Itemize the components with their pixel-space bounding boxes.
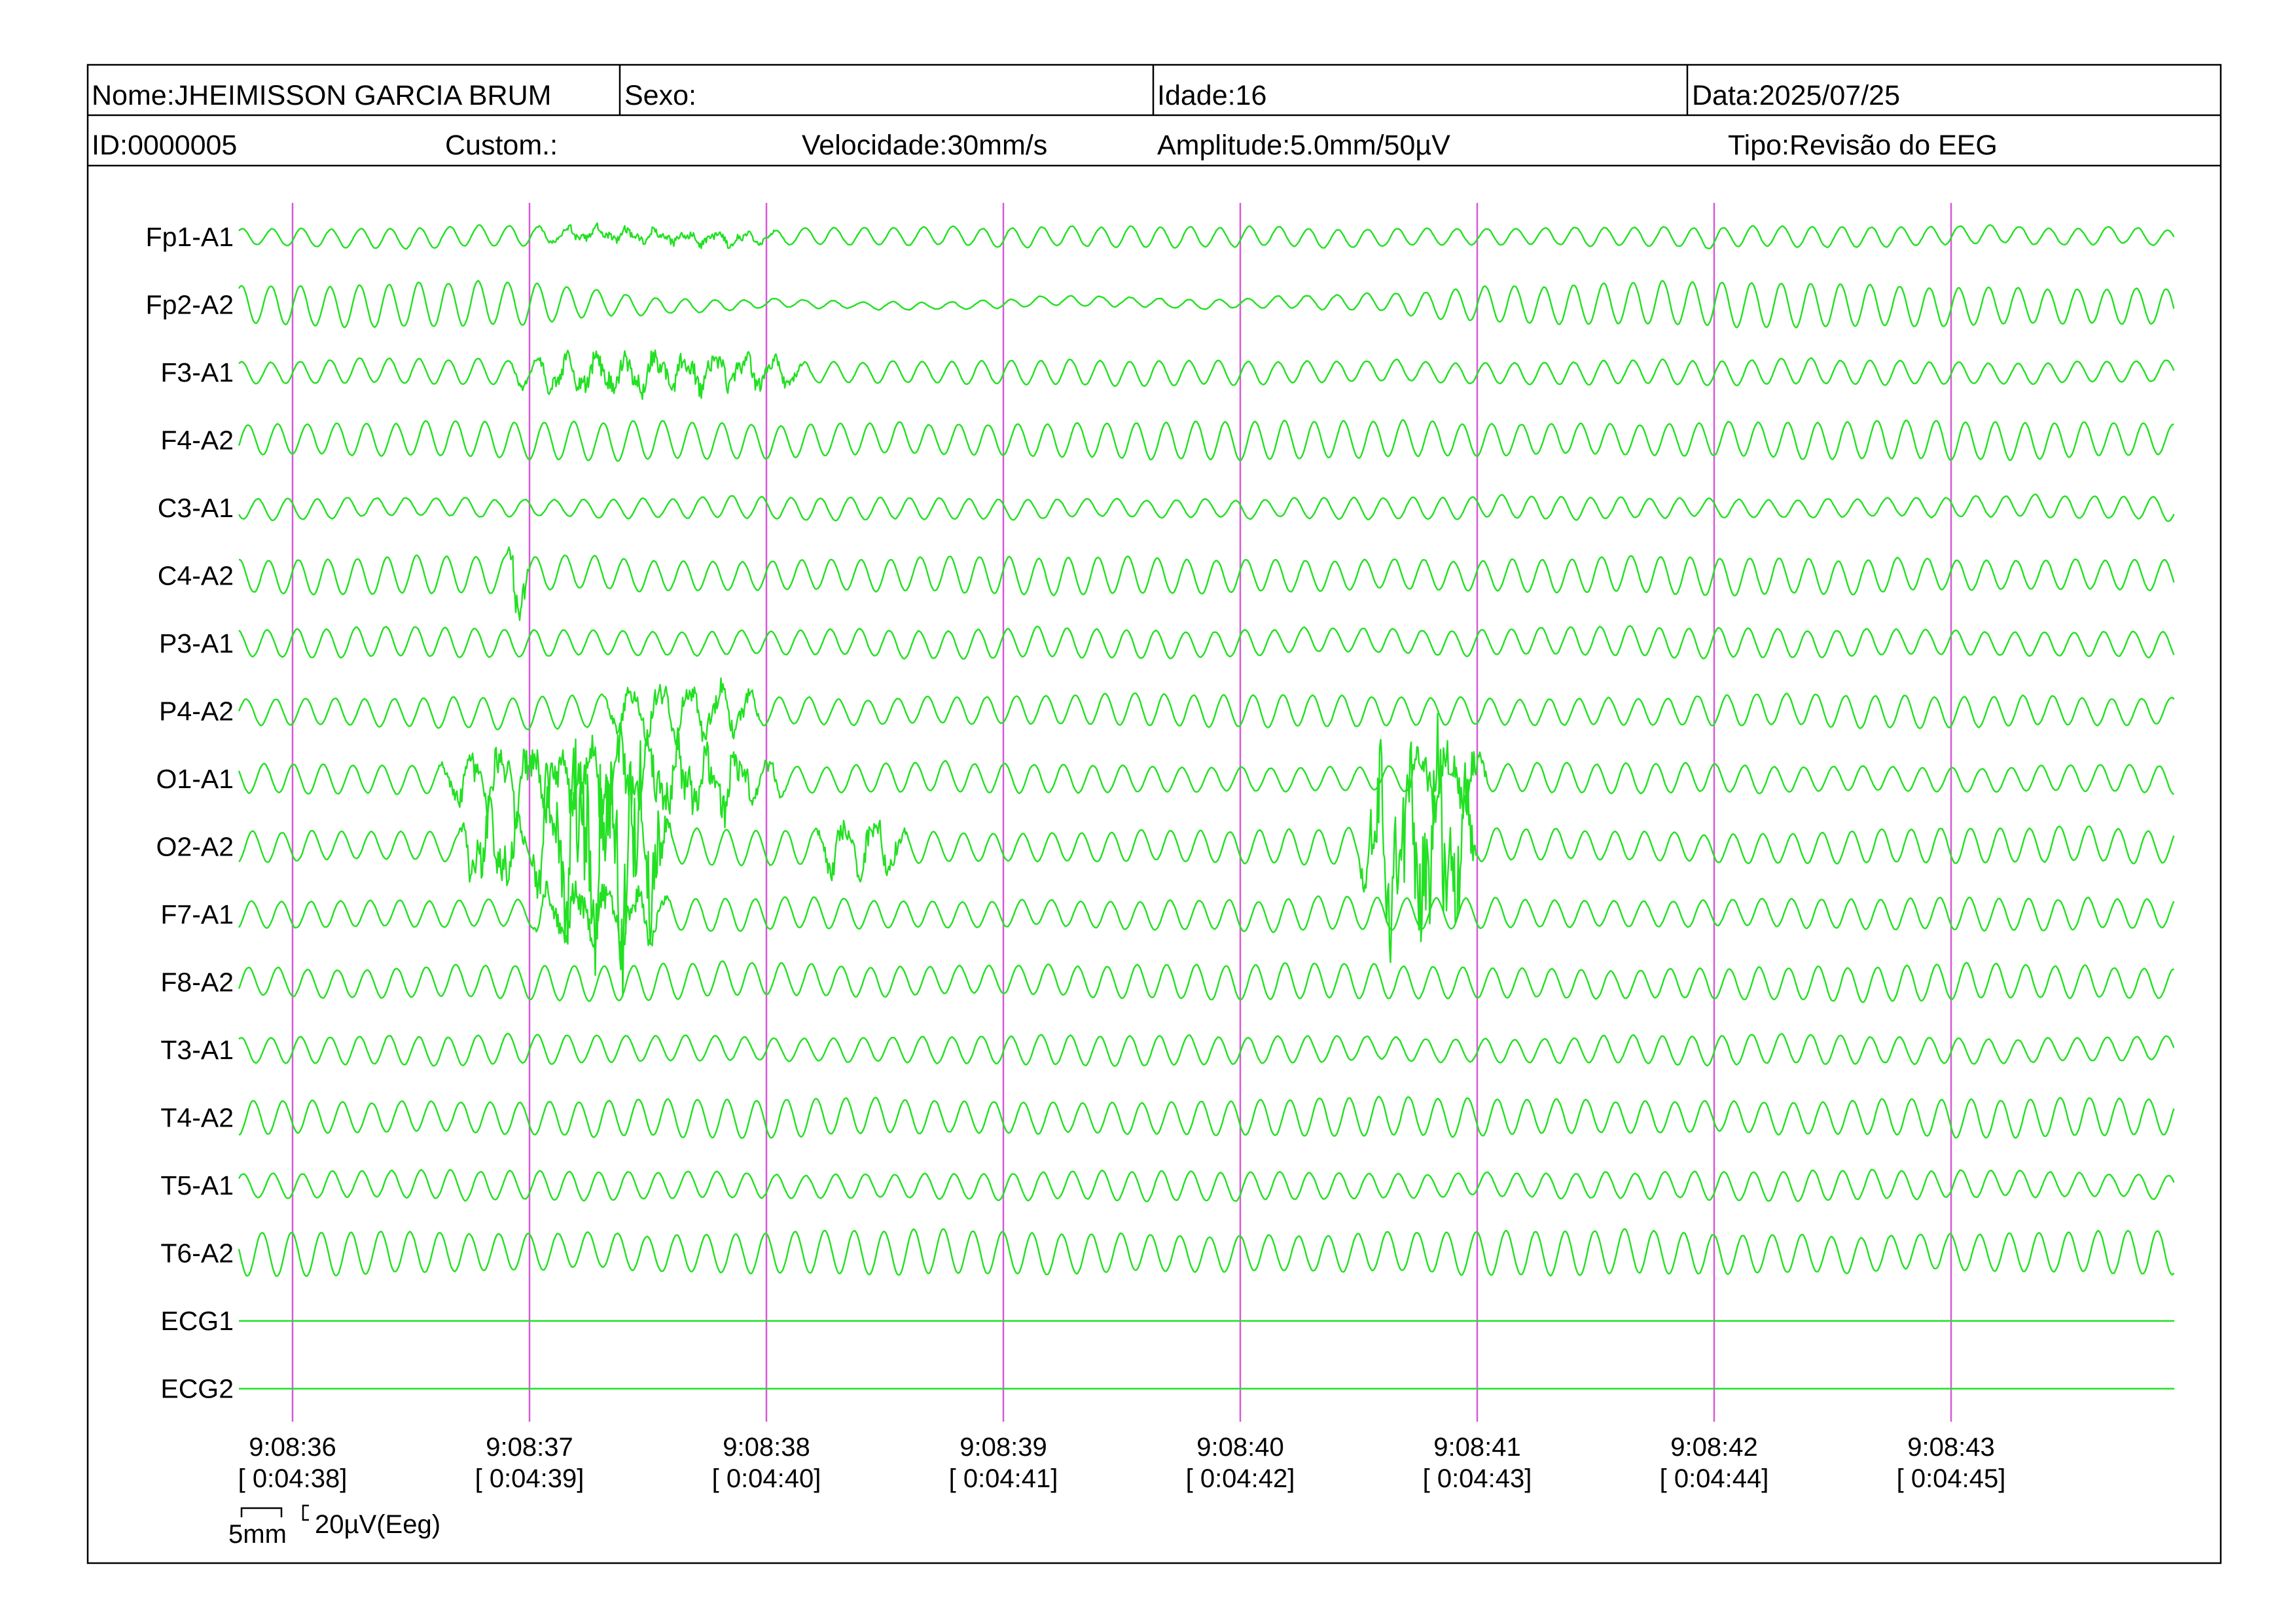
channel-label-t4-a2: T4-A2: [160, 1103, 234, 1133]
channel-label-layer: Fp1-A1 Fp2-A2 F3-A1 F4-A2 C3-A1 C4-A2 P3-A1 P4-…: [146, 222, 234, 1404]
elapsed-time-label: [ 0:04:40]: [712, 1464, 821, 1493]
eeg-recording-sheet: Nome:JHEIMISSON GARCIA BRUM Sexo: Idade:…: [86, 63, 2222, 1564]
elapsed-time-label: [ 0:04:44]: [1660, 1464, 1769, 1493]
time-marker-layer: [291, 203, 1952, 1422]
clock-time-label: 9:08:37: [486, 1433, 573, 1462]
channel-label-f7-a1: F7-A1: [160, 899, 234, 929]
channel-label-ecg2: ECG2: [160, 1374, 234, 1404]
channel-label-f3-a1: F3-A1: [160, 357, 234, 388]
channel-label-fp1-a1: Fp1-A1: [146, 222, 234, 252]
clock-time-label: 9:08:38: [723, 1433, 810, 1462]
elapsed-time-label: [ 0:04:39]: [475, 1464, 584, 1493]
elapsed-time-label: [ 0:04:38]: [238, 1464, 348, 1493]
amplitude-scale-bracket: [302, 1504, 309, 1521]
channel-label-c4-a2: C4-A2: [158, 561, 234, 591]
time-scale-bracket: [240, 1507, 283, 1517]
calibration-scale: 5mm 20µV(Eeg): [228, 1504, 440, 1549]
elapsed-time-label: [ 0:04:43]: [1423, 1464, 1532, 1493]
elapsed-time-label: [ 0:04:41]: [949, 1464, 1058, 1493]
speed-setting: Velocidade:30mm/s: [802, 130, 1047, 161]
channel-label-t5-a1: T5-A1: [160, 1170, 234, 1200]
channel-label-o1-a1: O1-A1: [156, 764, 234, 794]
channel-label-p3-a1: P3-A1: [159, 628, 234, 659]
clock-time-label: 9:08:42: [1670, 1433, 1757, 1462]
channel-label-t3-a1: T3-A1: [160, 1035, 234, 1065]
clock-time-label: 9:08:41: [1433, 1433, 1520, 1462]
patient-name: Nome:JHEIMISSON GARCIA BRUM: [92, 80, 551, 111]
time-scale-label: 5mm: [228, 1520, 287, 1549]
time-label-layer: 9:08:36[ 0:04:38] 9:08:37[ 0:04:39] 9:08:3…: [238, 1433, 2006, 1493]
clock-time-label: 9:08:40: [1196, 1433, 1283, 1462]
patient-sex: Sexo:: [624, 80, 696, 111]
review-type: Tipo:Revisão do EEG: [1728, 130, 1998, 161]
channel-label-f8-a2: F8-A2: [160, 967, 234, 998]
channel-label-ecg1: ECG1: [160, 1306, 234, 1336]
channel-label-fp2-a2: Fp2-A2: [146, 290, 234, 320]
clock-time-label: 9:08:43: [1907, 1433, 1994, 1462]
channel-label-o2-a2: O2-A2: [156, 832, 234, 862]
channel-label-f4-a2: F4-A2: [160, 425, 234, 456]
amplitude-scale-label: 20µV(Eeg): [315, 1510, 440, 1539]
patient-age: Idade:16: [1157, 80, 1266, 111]
custom-field: Custom.:: [445, 130, 558, 161]
channel-label-c3-a1: C3-A1: [158, 493, 234, 523]
channel-label-p4-a2: P4-A2: [159, 696, 234, 727]
elapsed-time-label: [ 0:04:45]: [1897, 1464, 2006, 1493]
outer-frame: [86, 63, 2222, 1564]
patient-id: ID:0000005: [92, 130, 237, 161]
exam-date: Data:2025/07/25: [1692, 80, 1900, 111]
elapsed-time-label: [ 0:04:42]: [1186, 1464, 1295, 1493]
clock-time-label: 9:08:36: [249, 1433, 336, 1462]
clock-time-label: 9:08:39: [960, 1433, 1047, 1462]
amplitude-setting: Amplitude:5.0mm/50µV: [1157, 130, 1450, 161]
channel-label-t6-a2: T6-A2: [160, 1238, 234, 1269]
